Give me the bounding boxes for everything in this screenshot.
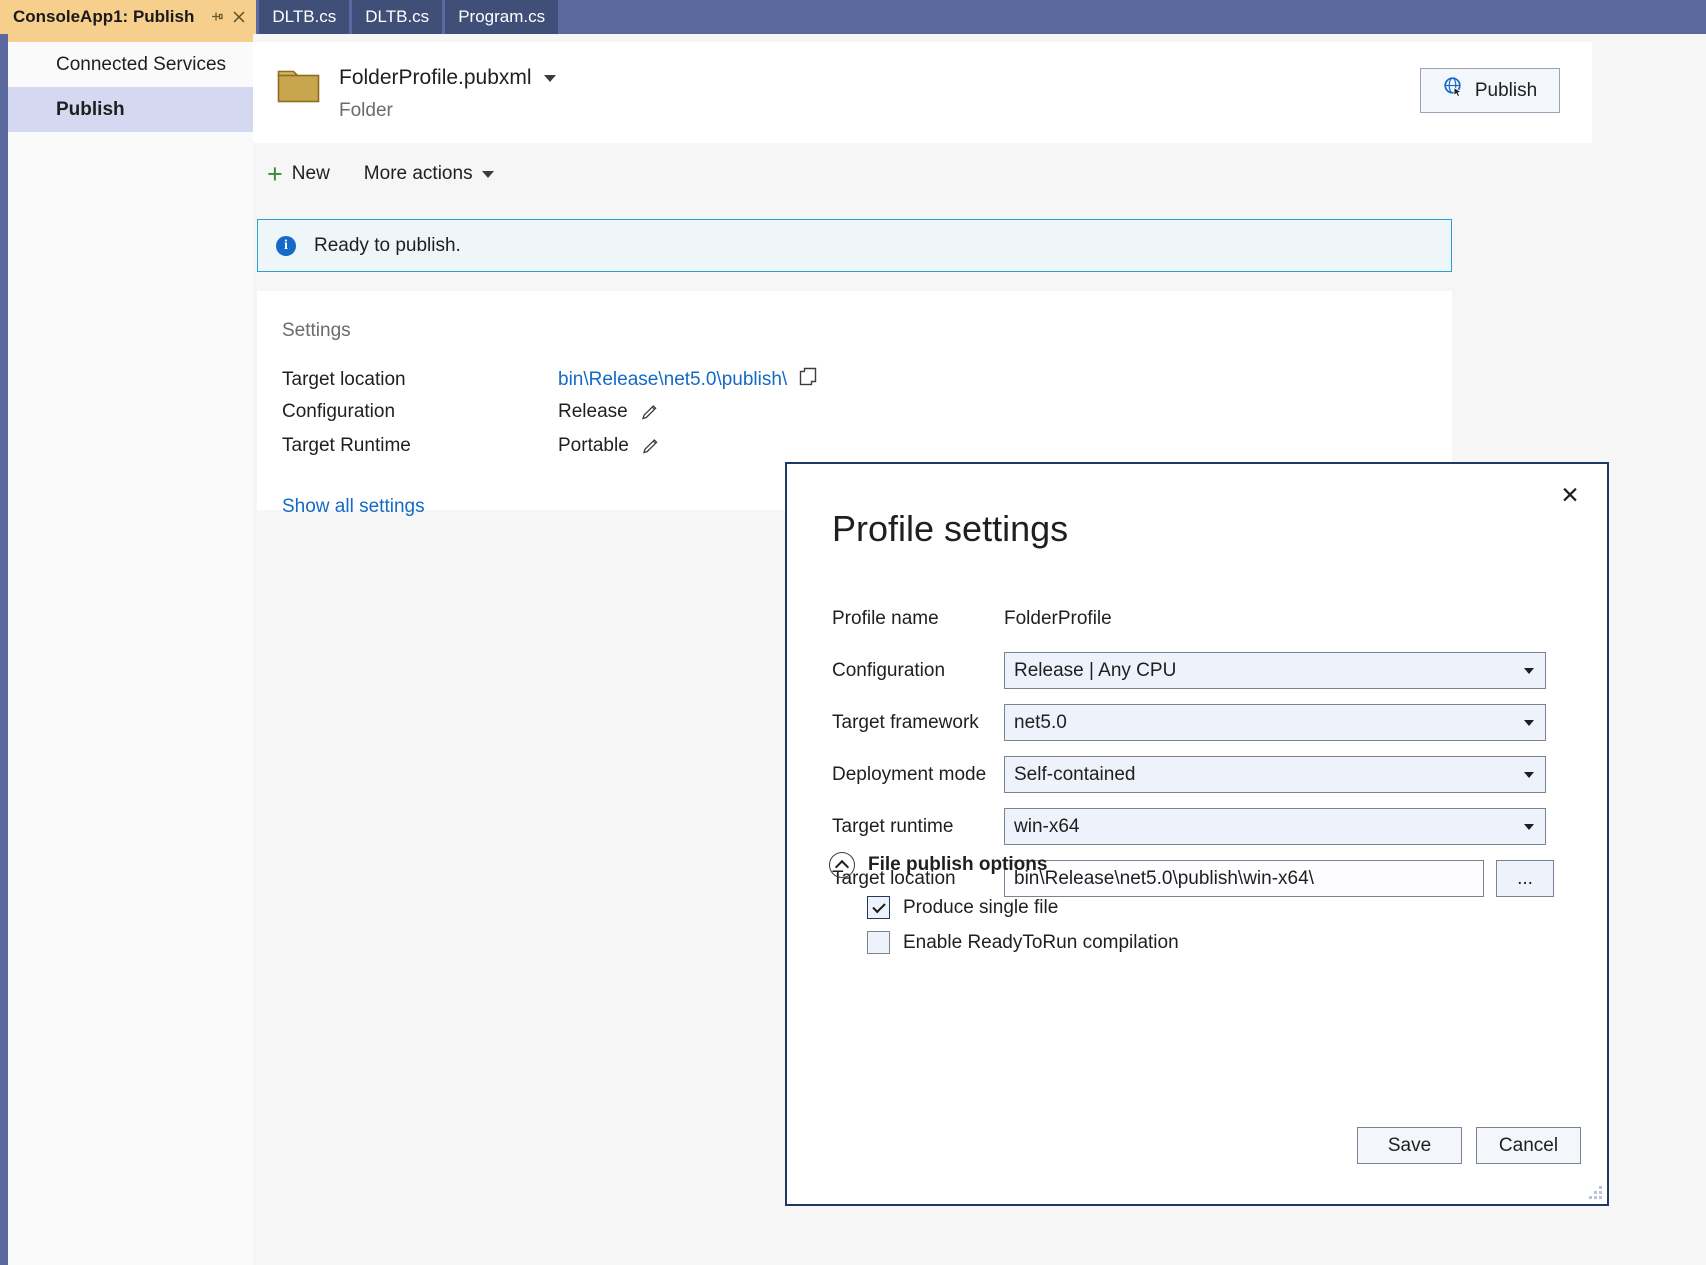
chevron-down-icon xyxy=(1524,772,1534,778)
target-location-link[interactable]: bin\Release\net5.0\publish\ xyxy=(558,369,787,391)
editor-tab-strip: ConsoleApp1: Publish DLTB.cs DLTB.cs Pro… xyxy=(0,0,1706,34)
tab-label: DLTB.cs xyxy=(365,7,429,27)
publish-globe-cursor-icon xyxy=(1443,76,1466,105)
resize-grip[interactable] xyxy=(1586,1183,1602,1199)
setting-value: Portable xyxy=(558,435,629,457)
more-actions-button[interactable]: More actions xyxy=(364,163,494,185)
pin-icon[interactable] xyxy=(206,4,228,30)
profile-name-row[interactable]: FolderProfile.pubxml xyxy=(339,66,556,90)
pencil-icon[interactable] xyxy=(641,437,659,455)
field-configuration: Configuration Release | Any CPU xyxy=(832,652,1546,689)
left-accent-rail xyxy=(0,34,8,1265)
chevron-up-circle-icon xyxy=(829,852,855,878)
info-banner: i Ready to publish. xyxy=(257,219,1452,272)
sidebar-item-label: Connected Services xyxy=(56,54,226,76)
field-profile-name: Profile name FolderProfile xyxy=(832,600,1112,637)
field-label: Target framework xyxy=(832,712,1004,734)
field-target-runtime: Target runtime win-x64 xyxy=(832,808,1546,845)
sidebar-item-publish[interactable]: Publish xyxy=(8,87,253,132)
setting-label: Target location xyxy=(282,369,558,391)
dialog-title: Profile settings xyxy=(832,508,1068,550)
browse-button[interactable]: ... xyxy=(1496,860,1554,897)
setting-row-target-runtime: Target Runtime Portable xyxy=(282,435,659,457)
deployment-mode-value: Self-contained xyxy=(1014,764,1135,786)
profile-header-card: FolderProfile.pubxml Folder Publish xyxy=(253,42,1592,143)
setting-value: Release xyxy=(558,401,628,423)
cancel-button[interactable]: Cancel xyxy=(1476,1127,1581,1164)
checkbox-label: Enable ReadyToRun compilation xyxy=(903,932,1179,954)
new-button-label: New xyxy=(292,163,330,185)
target-location-input[interactable]: bin\Release\net5.0\publish\win-x64\ xyxy=(1004,860,1484,897)
checkbox-produce-single-file[interactable]: Produce single file xyxy=(867,896,1058,919)
close-icon[interactable]: ✕ xyxy=(1553,478,1587,512)
checkbox-box[interactable] xyxy=(867,931,890,954)
settings-title: Settings xyxy=(282,320,351,342)
tab-label: Program.cs xyxy=(458,7,545,27)
check-icon xyxy=(872,899,885,912)
configuration-dropdown[interactable]: Release | Any CPU xyxy=(1004,652,1546,689)
tab-consoleapp1-publish[interactable]: ConsoleApp1: Publish xyxy=(0,0,256,34)
checkbox-label: Produce single file xyxy=(903,897,1058,919)
info-icon: i xyxy=(276,236,296,256)
sidebar: Connected Services Publish xyxy=(8,42,253,1265)
field-label: Profile name xyxy=(832,608,1004,630)
setting-row-target-location: Target location bin\Release\net5.0\publi… xyxy=(282,367,819,393)
publish-button[interactable]: Publish xyxy=(1420,68,1560,113)
tab-dltb-cs-1[interactable]: DLTB.cs xyxy=(259,0,349,34)
checkbox-enable-readytorun[interactable]: Enable ReadyToRun compilation xyxy=(867,931,1179,954)
profile-subtitle: Folder xyxy=(339,100,393,122)
setting-label: Configuration xyxy=(282,401,558,423)
field-deployment-mode: Deployment mode Self-contained xyxy=(832,756,1546,793)
field-label: Deployment mode xyxy=(832,764,1004,786)
field-label: Target runtime xyxy=(832,816,1004,838)
new-button[interactable]: + New xyxy=(267,163,330,185)
profile-name-value: FolderProfile xyxy=(1004,608,1112,630)
sidebar-item-connected-services[interactable]: Connected Services xyxy=(8,42,253,87)
profile-settings-dialog: ✕ Profile settings Profile name FolderPr… xyxy=(785,462,1609,1206)
action-bar: + New More actions xyxy=(267,154,494,194)
sidebar-item-label: Publish xyxy=(56,99,125,121)
publish-button-label: Publish xyxy=(1475,80,1537,102)
target-framework-value: net5.0 xyxy=(1014,712,1067,734)
copy-icon[interactable] xyxy=(799,367,819,393)
target-runtime-value: win-x64 xyxy=(1014,816,1079,838)
chevron-down-icon[interactable] xyxy=(544,75,556,82)
checkbox-box[interactable] xyxy=(867,896,890,919)
pencil-icon[interactable] xyxy=(640,403,658,421)
tab-program-cs[interactable]: Program.cs xyxy=(445,0,558,34)
target-framework-dropdown[interactable]: net5.0 xyxy=(1004,704,1546,741)
field-label: Configuration xyxy=(832,660,1004,682)
more-actions-label: More actions xyxy=(364,163,473,185)
chevron-down-icon xyxy=(1524,720,1534,726)
configuration-value: Release | Any CPU xyxy=(1014,660,1176,682)
active-tab-accent-bar xyxy=(0,34,253,42)
chevron-down-icon xyxy=(1524,824,1534,830)
file-publish-options-expander[interactable]: File publish options xyxy=(829,852,1047,878)
setting-row-configuration: Configuration Release xyxy=(282,401,658,423)
setting-label: Target Runtime xyxy=(282,435,558,457)
dialog-footer: Save Cancel xyxy=(1357,1127,1581,1164)
tab-dltb-cs-2[interactable]: DLTB.cs xyxy=(352,0,442,34)
chevron-down-icon xyxy=(482,171,494,178)
chevron-down-icon xyxy=(1524,668,1534,674)
info-banner-text: Ready to publish. xyxy=(314,235,461,257)
tab-label: ConsoleApp1: Publish xyxy=(13,7,194,27)
tab-label: DLTB.cs xyxy=(272,7,336,27)
deployment-mode-dropdown[interactable]: Self-contained xyxy=(1004,756,1546,793)
target-runtime-dropdown[interactable]: win-x64 xyxy=(1004,808,1546,845)
folder-icon xyxy=(277,66,321,104)
close-icon[interactable] xyxy=(228,4,250,30)
plus-icon: + xyxy=(267,165,283,183)
save-button[interactable]: Save xyxy=(1357,1127,1462,1164)
file-publish-options-label: File publish options xyxy=(868,854,1047,876)
field-target-framework: Target framework net5.0 xyxy=(832,704,1546,741)
show-all-settings-link[interactable]: Show all settings xyxy=(282,496,425,518)
profile-filename: FolderProfile.pubxml xyxy=(339,66,532,90)
